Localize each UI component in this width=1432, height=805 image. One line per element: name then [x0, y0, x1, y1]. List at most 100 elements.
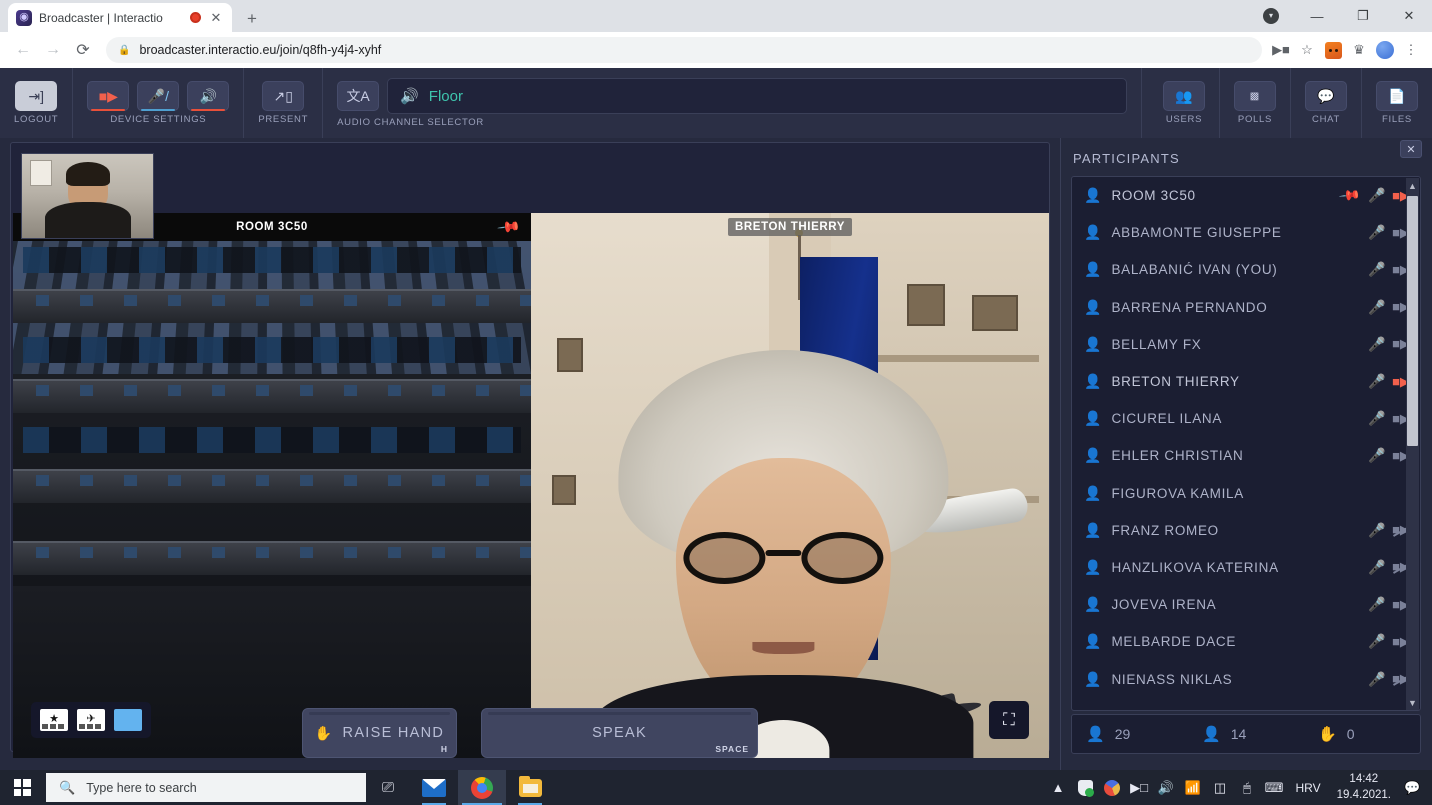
taskbar-file-explorer-app[interactable]	[506, 770, 554, 805]
participant-name: BELLAMY FX	[1111, 336, 1202, 352]
raise-hand-button[interactable]: ✋ RAISE HAND H	[302, 708, 457, 758]
profile-avatar-icon[interactable]	[1372, 37, 1398, 63]
participants-list[interactable]: 👤 ROOM 3C50 📌 🎤 ■▶ 👤 ABBAMONTE GIUSEPPE 🎤 ■▶ 👤 BAL…	[1071, 176, 1421, 711]
browser-tab[interactable]: ◉ Broadcaster | Interactio ✕	[8, 3, 232, 32]
participant-row[interactable]: 👤 BRETON THIERRY 🎤 ■▶	[1072, 363, 1420, 400]
extensions-puzzle-icon[interactable]: ♛	[1346, 37, 1372, 63]
participant-avatar-icon: 👤	[1084, 261, 1102, 278]
microphone-icon[interactable]: 🎤	[1368, 336, 1385, 353]
maximize-button[interactable]: ❐	[1340, 0, 1386, 32]
language-indicator[interactable]: HRV	[1288, 770, 1329, 805]
battery-icon[interactable]: ◫	[1207, 770, 1234, 805]
keyboard-icon[interactable]: ⌨	[1261, 770, 1288, 805]
task-view-icon[interactable]: ⎚	[366, 770, 410, 805]
microphone-icon[interactable]: 🎤	[1368, 224, 1385, 241]
participant-name: JOVEVA IRENA	[1111, 597, 1217, 613]
camera-toggle-button[interactable]: ■▶	[87, 81, 130, 111]
microphone-toggle-button[interactable]: 🎤/	[137, 81, 180, 111]
taskbar-mail-app[interactable]	[410, 770, 458, 805]
video-tile-speaker[interactable]: ★ ★ ★ ★ ★ ★ ★ ★	[531, 213, 1049, 758]
browser-toolbar: ← → ⟳ 🔒 broadcaster.interactio.eu/join/q…	[0, 32, 1432, 68]
close-icon[interactable]: ✕	[208, 10, 224, 26]
reload-icon[interactable]: ⟳	[68, 35, 98, 65]
microphone-icon[interactable]: 🎤	[1368, 596, 1385, 613]
participant-row[interactable]: 👤 BARRENA PERNANDO 🎤 ■▶	[1072, 289, 1420, 326]
volume-icon[interactable]: 🔊	[1153, 770, 1180, 805]
present-button[interactable]: ↗▯	[262, 81, 305, 111]
microphone-icon[interactable]: 🎤	[1368, 447, 1385, 464]
participant-row[interactable]: 👤 CICUREL ILANA 🎤 ■▶	[1072, 400, 1420, 437]
microphone-icon[interactable]: 🎤	[1368, 187, 1385, 204]
microphone-icon[interactable]: 🎤	[1368, 410, 1385, 427]
start-button[interactable]	[0, 770, 44, 805]
scroll-up-arrow-icon[interactable]: ▲	[1406, 178, 1419, 194]
scroll-down-arrow-icon[interactable]: ▼	[1406, 695, 1419, 710]
room-video-feed	[13, 213, 531, 758]
participant-avatar-icon: 👤	[1084, 187, 1102, 204]
app-tray-icon[interactable]	[1099, 770, 1126, 805]
speaker-toggle-button[interactable]: 🔊	[187, 81, 230, 111]
participant-name: BARRENA PERNANDO	[1111, 299, 1268, 315]
files-button[interactable]: 📄	[1376, 81, 1418, 111]
notification-icon[interactable]: 💬	[1399, 770, 1426, 805]
wifi-icon[interactable]: 📶	[1180, 770, 1207, 805]
microphone-icon[interactable]: 🎤	[1368, 559, 1385, 576]
camera-tray-icon[interactable]: ▶□	[1126, 770, 1153, 805]
microphone-icon[interactable]: 🎤	[1368, 633, 1385, 650]
participant-icon: 👤	[1202, 726, 1221, 743]
chat-button[interactable]: 💬	[1305, 81, 1347, 111]
raise-hand-icon: ✋	[1318, 726, 1337, 743]
back-icon[interactable]: ←	[8, 35, 38, 65]
self-view-thumbnail[interactable]	[21, 153, 154, 239]
new-tab-button[interactable]: +	[240, 7, 264, 31]
microphone-icon[interactable]: 🎤	[1368, 522, 1385, 539]
participant-row[interactable]: 👤 ROOM 3C50 📌 🎤 ■▶	[1072, 177, 1420, 214]
chrome-menu-icon[interactable]: ⋮	[1398, 37, 1424, 63]
audio-channel-selector[interactable]: 🔊 Floor	[387, 78, 1128, 114]
microphone-icon[interactable]: 🎤	[1368, 261, 1385, 278]
speak-button[interactable]: SPEAK SPACE	[481, 708, 758, 758]
security-shield-icon[interactable]	[1072, 770, 1099, 805]
participant-row[interactable]: 👤 HANZLIKOVA KATERINA 🎤 ■▶	[1072, 549, 1420, 586]
mouse-icon[interactable]: 🖱	[1234, 770, 1261, 805]
participant-name: FIGUROVA KAMILA	[1111, 485, 1244, 501]
pin-icon[interactable]: 📌	[1337, 184, 1362, 208]
logout-button[interactable]: ⇥]	[15, 81, 58, 111]
participant-status-icons: 🎤 ■▶	[1368, 224, 1410, 241]
participant-avatar-icon: 👤	[1084, 558, 1102, 575]
microphone-icon[interactable]: 🎤	[1368, 671, 1385, 688]
window-close-button[interactable]: ✕	[1386, 0, 1432, 32]
minimize-button[interactable]: —	[1294, 0, 1340, 32]
forward-icon[interactable]: →	[38, 35, 68, 65]
participant-row[interactable]: 👤 EHLER CHRISTIAN 🎤 ■▶	[1072, 437, 1420, 474]
scrollbar-thumb[interactable]	[1407, 196, 1418, 446]
taskbar-chrome-app[interactable]	[458, 770, 506, 805]
users-button[interactable]: 👥	[1163, 81, 1205, 111]
tray-overflow-icon[interactable]: ▲	[1045, 770, 1072, 805]
participant-row[interactable]: 👤 BELLAMY FX 🎤 ■▶	[1072, 326, 1420, 363]
microphone-icon[interactable]: 🎤	[1368, 373, 1385, 390]
language-translate-icon[interactable]: 文A	[337, 81, 380, 111]
close-icon[interactable]: ✕	[1400, 140, 1422, 158]
metamask-extension-icon[interactable]	[1320, 37, 1346, 63]
video-tile-room[interactable]: ROOM 3C50 📌	[13, 213, 531, 758]
participants-panel: PARTICIPANTS ✕ 👤 ROOM 3C50 📌 🎤 ■▶ 👤 ABBAMONTE …	[1060, 138, 1432, 770]
taskbar-search-input[interactable]: 🔍 Type here to search	[46, 773, 366, 802]
bookmark-star-icon[interactable]: ☆	[1294, 37, 1320, 63]
camera-icon[interactable]: ▶■	[1268, 37, 1294, 63]
folder-icon	[518, 775, 542, 797]
profile-chip-button[interactable]: ▾	[1248, 0, 1294, 32]
participant-row[interactable]: 👤 FIGUROVA KAMILA	[1072, 475, 1420, 512]
microphone-icon[interactable]: 🎤	[1368, 299, 1385, 316]
participant-row[interactable]: 👤 ABBAMONTE GIUSEPPE 🎤 ■▶	[1072, 214, 1420, 251]
participant-row[interactable]: 👤 NIENASS NIKLAS 🎤 ■▶	[1072, 660, 1420, 697]
participant-avatar-icon: 👤	[1084, 447, 1102, 464]
participant-row[interactable]: 👤 JOVEVA IRENA 🎤 ■▶	[1072, 586, 1420, 623]
participants-scrollbar[interactable]: ▲ ▼	[1406, 178, 1419, 710]
participant-row[interactable]: 👤 BALABANIĆ IVAN (YOU) 🎤 ■▶	[1072, 251, 1420, 288]
polls-button[interactable]: ▩	[1234, 81, 1276, 111]
participant-row[interactable]: 👤 FRANZ ROMEO 🎤 ■▶	[1072, 512, 1420, 549]
clock[interactable]: 14:42 19.4.2021.	[1329, 770, 1399, 805]
address-bar[interactable]: 🔒 broadcaster.interactio.eu/join/q8fh-y4…	[106, 37, 1262, 63]
participant-row[interactable]: 👤 MELBARDE DACE 🎤 ■▶	[1072, 623, 1420, 660]
